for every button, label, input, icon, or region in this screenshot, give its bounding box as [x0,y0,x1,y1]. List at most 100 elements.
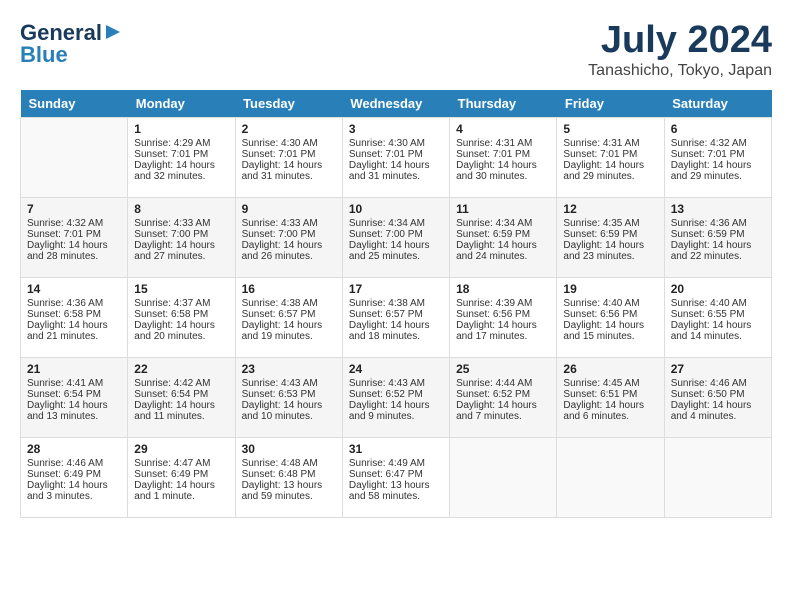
calendar-cell: 29 Sunrise: 4:47 AM Sunset: 6:49 PM Dayl… [128,437,235,517]
daylight-text: Daylight: 14 hours and 23 minutes. [563,240,644,262]
day-number: 13 [671,202,765,216]
sunset-text: Sunset: 7:00 PM [349,229,423,240]
calendar-cell: 28 Sunrise: 4:46 AM Sunset: 6:49 PM Dayl… [21,437,128,517]
sunset-text: Sunset: 6:57 PM [242,309,316,320]
daylight-text: Daylight: 14 hours and 25 minutes. [349,240,430,262]
daylight-text: Daylight: 14 hours and 4 minutes. [671,400,752,422]
sunset-text: Sunset: 7:01 PM [27,229,101,240]
sunset-text: Sunset: 6:48 PM [242,469,316,480]
day-header-friday: Friday [557,90,664,118]
page-header: General Blue July 2024 Tanashicho, Tokyo… [20,20,772,80]
daylight-text: Daylight: 14 hours and 15 minutes. [563,320,644,342]
sunset-text: Sunset: 6:58 PM [134,309,208,320]
daylight-text: Daylight: 14 hours and 6 minutes. [563,400,644,422]
calendar-cell [557,437,664,517]
sunrise-text: Sunrise: 4:32 AM [27,218,103,229]
calendar-cell: 18 Sunrise: 4:39 AM Sunset: 6:56 PM Dayl… [450,277,557,357]
daylight-text: Daylight: 14 hours and 30 minutes. [456,160,537,182]
calendar-cell: 3 Sunrise: 4:30 AM Sunset: 7:01 PM Dayli… [342,117,449,197]
sunrise-text: Sunrise: 4:41 AM [27,378,103,389]
sunrise-text: Sunrise: 4:35 AM [563,218,639,229]
sunset-text: Sunset: 6:59 PM [563,229,637,240]
sunset-text: Sunset: 6:53 PM [242,389,316,400]
sunrise-text: Sunrise: 4:48 AM [242,458,318,469]
daylight-text: Daylight: 14 hours and 17 minutes. [456,320,537,342]
logo-arrow-icon [104,23,122,41]
calendar-cell: 1 Sunrise: 4:29 AM Sunset: 7:01 PM Dayli… [128,117,235,197]
day-number: 6 [671,122,765,136]
sunset-text: Sunset: 6:54 PM [134,389,208,400]
sunset-text: Sunset: 6:56 PM [563,309,637,320]
sunset-text: Sunset: 7:01 PM [242,149,316,160]
calendar-header-row: SundayMondayTuesdayWednesdayThursdayFrid… [21,90,772,118]
week-row-3: 14 Sunrise: 4:36 AM Sunset: 6:58 PM Dayl… [21,277,772,357]
daylight-text: Daylight: 14 hours and 26 minutes. [242,240,323,262]
calendar-cell: 14 Sunrise: 4:36 AM Sunset: 6:58 PM Dayl… [21,277,128,357]
daylight-text: Daylight: 14 hours and 22 minutes. [671,240,752,262]
sunrise-text: Sunrise: 4:31 AM [563,138,639,149]
sunset-text: Sunset: 7:01 PM [563,149,637,160]
day-number: 28 [27,442,121,456]
sunrise-text: Sunrise: 4:46 AM [671,378,747,389]
sunset-text: Sunset: 7:00 PM [134,229,208,240]
sunrise-text: Sunrise: 4:38 AM [349,298,425,309]
sunrise-text: Sunrise: 4:39 AM [456,298,532,309]
day-header-monday: Monday [128,90,235,118]
daylight-text: Daylight: 14 hours and 11 minutes. [134,400,215,422]
sunrise-text: Sunrise: 4:31 AM [456,138,532,149]
logo-blue: Blue [20,42,68,68]
daylight-text: Daylight: 14 hours and 24 minutes. [456,240,537,262]
sunset-text: Sunset: 6:51 PM [563,389,637,400]
day-number: 21 [27,362,121,376]
daylight-text: Daylight: 14 hours and 7 minutes. [456,400,537,422]
daylight-text: Daylight: 14 hours and 31 minutes. [349,160,430,182]
day-number: 9 [242,202,336,216]
day-number: 22 [134,362,228,376]
calendar-cell: 11 Sunrise: 4:34 AM Sunset: 6:59 PM Dayl… [450,197,557,277]
daylight-text: Daylight: 13 hours and 59 minutes. [242,480,323,502]
calendar-cell: 16 Sunrise: 4:38 AM Sunset: 6:57 PM Dayl… [235,277,342,357]
calendar-cell: 25 Sunrise: 4:44 AM Sunset: 6:52 PM Dayl… [450,357,557,437]
daylight-text: Daylight: 14 hours and 19 minutes. [242,320,323,342]
day-number: 5 [563,122,657,136]
calendar-cell: 15 Sunrise: 4:37 AM Sunset: 6:58 PM Dayl… [128,277,235,357]
calendar-cell: 5 Sunrise: 4:31 AM Sunset: 7:01 PM Dayli… [557,117,664,197]
calendar-cell: 22 Sunrise: 4:42 AM Sunset: 6:54 PM Dayl… [128,357,235,437]
sunset-text: Sunset: 6:52 PM [349,389,423,400]
day-number: 1 [134,122,228,136]
daylight-text: Daylight: 14 hours and 29 minutes. [671,160,752,182]
daylight-text: Daylight: 14 hours and 20 minutes. [134,320,215,342]
daylight-text: Daylight: 14 hours and 9 minutes. [349,400,430,422]
sunrise-text: Sunrise: 4:45 AM [563,378,639,389]
day-number: 4 [456,122,550,136]
sunrise-text: Sunrise: 4:30 AM [242,138,318,149]
sunrise-text: Sunrise: 4:43 AM [242,378,318,389]
title-block: July 2024 Tanashicho, Tokyo, Japan [588,20,772,80]
calendar-cell: 8 Sunrise: 4:33 AM Sunset: 7:00 PM Dayli… [128,197,235,277]
calendar-cell: 31 Sunrise: 4:49 AM Sunset: 6:47 PM Dayl… [342,437,449,517]
day-number: 7 [27,202,121,216]
day-number: 20 [671,282,765,296]
day-number: 3 [349,122,443,136]
day-number: 25 [456,362,550,376]
day-number: 23 [242,362,336,376]
daylight-text: Daylight: 14 hours and 1 minute. [134,480,215,502]
calendar-cell: 21 Sunrise: 4:41 AM Sunset: 6:54 PM Dayl… [21,357,128,437]
sunset-text: Sunset: 7:01 PM [134,149,208,160]
location-subtitle: Tanashicho, Tokyo, Japan [588,62,772,80]
calendar-cell: 13 Sunrise: 4:36 AM Sunset: 6:59 PM Dayl… [664,197,771,277]
calendar-cell: 23 Sunrise: 4:43 AM Sunset: 6:53 PM Dayl… [235,357,342,437]
week-row-2: 7 Sunrise: 4:32 AM Sunset: 7:01 PM Dayli… [21,197,772,277]
sunrise-text: Sunrise: 4:40 AM [671,298,747,309]
day-header-thursday: Thursday [450,90,557,118]
calendar-cell: 2 Sunrise: 4:30 AM Sunset: 7:01 PM Dayli… [235,117,342,197]
day-number: 8 [134,202,228,216]
day-number: 26 [563,362,657,376]
daylight-text: Daylight: 14 hours and 3 minutes. [27,480,108,502]
calendar-cell: 7 Sunrise: 4:32 AM Sunset: 7:01 PM Dayli… [21,197,128,277]
calendar-cell: 10 Sunrise: 4:34 AM Sunset: 7:00 PM Dayl… [342,197,449,277]
week-row-5: 28 Sunrise: 4:46 AM Sunset: 6:49 PM Dayl… [21,437,772,517]
sunrise-text: Sunrise: 4:38 AM [242,298,318,309]
calendar-cell: 9 Sunrise: 4:33 AM Sunset: 7:00 PM Dayli… [235,197,342,277]
sunset-text: Sunset: 6:54 PM [27,389,101,400]
